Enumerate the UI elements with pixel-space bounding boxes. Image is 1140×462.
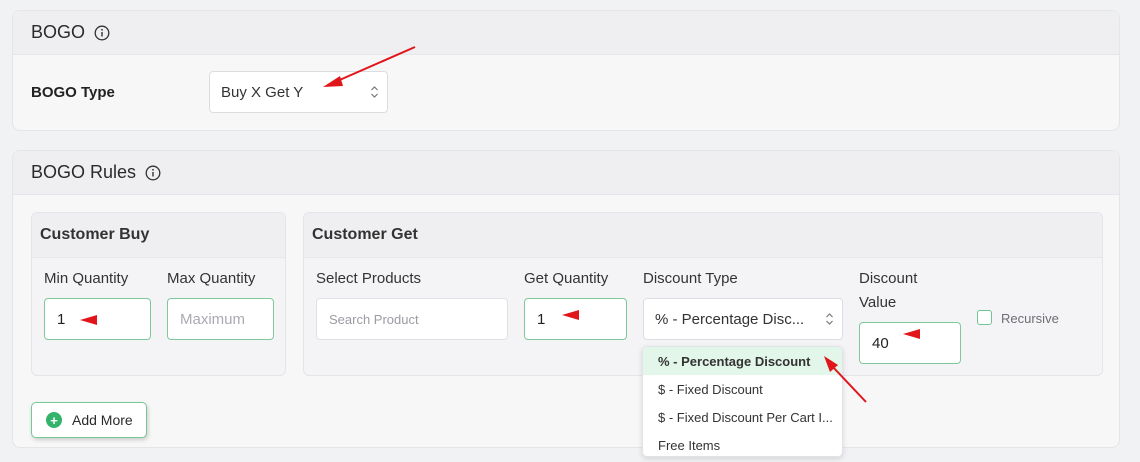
search-product-placeholder: Search Product <box>329 311 419 327</box>
min-quantity-value: 1 <box>57 310 66 328</box>
bogo-rules-card: BOGO Rules Customer Buy Min Quantity Max… <box>12 150 1120 448</box>
bogo-type-value: Buy X Get Y <box>221 83 304 101</box>
get-quantity-label: Get Quantity <box>524 270 609 287</box>
dropdown-option-free-items[interactable]: Free Items <box>643 431 842 456</box>
get-quantity-value: 1 <box>537 310 546 328</box>
bogo-card: BOGO BOGO Type Buy X Get Y <box>12 10 1120 131</box>
min-quantity-input[interactable]: 1 <box>44 298 151 340</box>
dropdown-option-percentage[interactable]: % - Percentage Discount <box>643 347 842 375</box>
info-icon[interactable] <box>94 25 110 41</box>
recursive-label: Recursive <box>1001 311 1059 326</box>
max-quantity-input[interactable]: Maximum <box>167 298 274 340</box>
get-quantity-input[interactable]: 1 <box>524 298 627 340</box>
bogo-type-select[interactable]: Buy X Get Y <box>209 71 388 113</box>
discount-value-label-line2: Value <box>859 294 897 311</box>
updown-arrows-icon <box>826 313 833 325</box>
dropdown-option-fixed[interactable]: $ - Fixed Discount <box>643 375 842 403</box>
customer-buy-panel: Customer Buy Min Quantity Max Quantity 1… <box>31 212 286 376</box>
min-quantity-label: Min Quantity <box>44 270 129 287</box>
discount-value-label-line1: Discount <box>859 270 918 287</box>
info-icon[interactable] <box>145 165 161 181</box>
plus-circle-icon: + <box>46 412 62 428</box>
discount-type-label: Discount Type <box>643 270 738 287</box>
discount-type-select[interactable]: % - Percentage Disc... <box>643 298 843 340</box>
dropdown-option-fixed-per-cart[interactable]: $ - Fixed Discount Per Cart I... <box>643 403 842 431</box>
customer-get-title: Customer Get <box>304 213 1102 258</box>
add-more-button[interactable]: + Add More <box>31 402 147 438</box>
discount-type-dropdown: % - Percentage Discount $ - Fixed Discou… <box>642 346 843 457</box>
recursive-checkbox[interactable] <box>977 310 992 325</box>
max-quantity-label: Max Quantity <box>167 270 256 287</box>
rules-title: BOGO Rules <box>31 162 137 182</box>
select-products-label: Select Products <box>316 270 422 287</box>
bogo-card-header: BOGO <box>13 11 1119 55</box>
add-more-label: Add More <box>72 412 133 428</box>
customer-buy-title: Customer Buy <box>32 213 285 258</box>
rules-card-header: BOGO Rules <box>13 151 1119 195</box>
discount-value-value: 40 <box>872 334 889 352</box>
search-product-input[interactable]: Search Product <box>316 298 508 340</box>
updown-arrows-icon <box>371 86 378 98</box>
discount-type-value: % - Percentage Disc... <box>655 310 805 328</box>
max-quantity-placeholder: Maximum <box>180 310 246 328</box>
bogo-type-label: BOGO Type <box>31 84 115 101</box>
discount-value-input[interactable]: 40 <box>859 322 961 364</box>
bogo-title: BOGO <box>31 22 86 42</box>
